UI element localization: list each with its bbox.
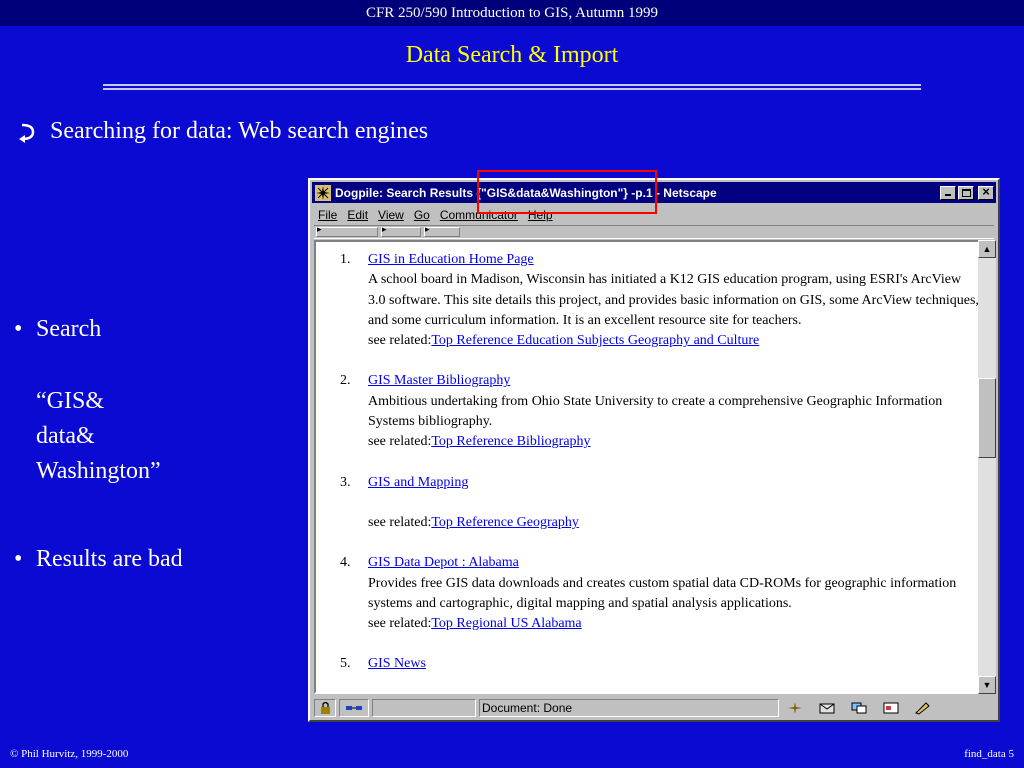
result-item: 5. GIS News (340, 654, 980, 674)
scroll-down-button[interactable]: ▼ (978, 676, 996, 694)
netscape-icon (315, 184, 331, 201)
slide-title: Data Search & Import (405, 42, 619, 68)
composer-icon[interactable] (882, 701, 900, 715)
result-item: 3. GIS and Mapping see related:Top Refer… (340, 473, 980, 534)
related-link[interactable]: Top Reference Geography (431, 515, 579, 530)
toolbar-grip-personal[interactable] (424, 224, 460, 237)
slide-header: CFR 250/590 Introduction to GIS, Autumn … (0, 0, 1024, 26)
menu-view[interactable]: View (378, 208, 404, 222)
discussion-icon[interactable] (850, 701, 868, 715)
arrow-down-icon: ▼ (982, 680, 992, 690)
related-link[interactable]: Top Reference Bibliography (431, 434, 590, 449)
maximize-button[interactable] (958, 185, 974, 200)
title-divider-secondary (103, 88, 921, 90)
related-link[interactable]: Top Regional US Alabama (431, 616, 581, 631)
related-link[interactable]: Top Reference Education Subjects Geograp… (431, 333, 759, 348)
close-icon: × (982, 183, 990, 199)
bullet-search: • Search (14, 316, 101, 343)
scroll-thumb[interactable] (978, 378, 996, 458)
result-link[interactable]: GIS Data Depot : Alabama (368, 555, 519, 570)
footer-page-id: find_data 5 (964, 748, 1014, 760)
result-link[interactable]: GIS in Education Home Page (368, 252, 534, 267)
result-item: 4. GIS Data Depot : Alabama Provides fre… (340, 553, 980, 634)
arrow-up-icon: ▲ (982, 244, 992, 254)
menu-go[interactable]: Go (414, 208, 430, 222)
mail-icon[interactable] (818, 701, 836, 715)
curved-arrow-icon (19, 123, 35, 143)
status-text: Document: Done (479, 699, 779, 717)
result-link[interactable]: GIS and Mapping (368, 475, 468, 490)
result-item: 1. GIS in Education Home Page A school b… (340, 250, 980, 351)
vertical-scrollbar[interactable]: ▲ ▼ (978, 240, 996, 694)
minimize-icon (945, 193, 951, 196)
result-description: A school board in Madison, Wisconsin has… (368, 272, 979, 328)
menu-edit[interactable]: Edit (347, 208, 368, 222)
connection-icon (339, 699, 369, 717)
bullet-results-text: Results are bad (36, 546, 183, 572)
search-results: 1. GIS in Education Home Page A school b… (340, 250, 980, 692)
edit-icon[interactable] (914, 701, 932, 715)
related-prefix: see related: (368, 434, 432, 450)
page-content: 1. GIS in Education Home Page A school b… (314, 240, 982, 694)
status-bar: Document: Done (314, 698, 994, 718)
menu-file[interactable]: File (318, 208, 337, 222)
result-number: 4. (340, 555, 351, 571)
close-button[interactable]: × (978, 183, 994, 200)
toolbar-grip-navigation[interactable] (316, 224, 378, 237)
main-bullet: Searching for data: Web search engines (18, 118, 428, 145)
query-highlight-box (477, 170, 657, 214)
query-line: “GIS& (36, 388, 104, 414)
result-link[interactable]: GIS News (368, 656, 426, 671)
result-number: 2. (340, 373, 351, 389)
query-line: Washington” (36, 458, 161, 484)
main-bullet-text: Searching for data: Web search engines (50, 118, 429, 144)
result-link[interactable]: GIS Master Bibliography (368, 373, 510, 388)
security-lock-icon[interactable] (314, 699, 336, 717)
bullet-dot: • (14, 316, 23, 342)
result-number: 3. (340, 474, 351, 490)
result-description: Provides free GIS data downloads and cre… (368, 575, 957, 611)
browser-window: Dogpile: Search Results {"GIS&data&Washi… (308, 178, 1000, 722)
search-query: “GIS& data& Washington” (36, 384, 161, 489)
netscape-component-icon[interactable] (786, 701, 804, 715)
footer-copyright: © Phil Hurvitz, 1999-2000 (10, 748, 129, 760)
bullet-search-text: Search (36, 316, 102, 342)
result-description (368, 493, 980, 513)
query-line: data& (36, 423, 95, 449)
related-prefix: see related: (368, 514, 432, 530)
result-description: Ambitious undertaking from Ohio State Un… (368, 393, 943, 430)
collapsed-toolbars (314, 224, 994, 239)
bullet-results: • Results are bad (14, 546, 183, 573)
bullet-dot: • (14, 546, 23, 572)
progress-bar (372, 699, 476, 717)
component-bar (782, 699, 994, 717)
maximize-icon (962, 188, 971, 197)
related-prefix: see related: (368, 616, 432, 632)
result-item: 2. GIS Master Bibliography Ambitious und… (340, 371, 980, 452)
related-prefix: see related: (368, 333, 432, 349)
title-divider (103, 84, 921, 86)
result-number: 1. (340, 252, 351, 267)
result-number: 5. (340, 656, 351, 672)
minimize-button[interactable] (940, 185, 956, 200)
toolbar-grip-location[interactable] (381, 224, 421, 237)
scroll-up-button[interactable]: ▲ (978, 240, 996, 258)
